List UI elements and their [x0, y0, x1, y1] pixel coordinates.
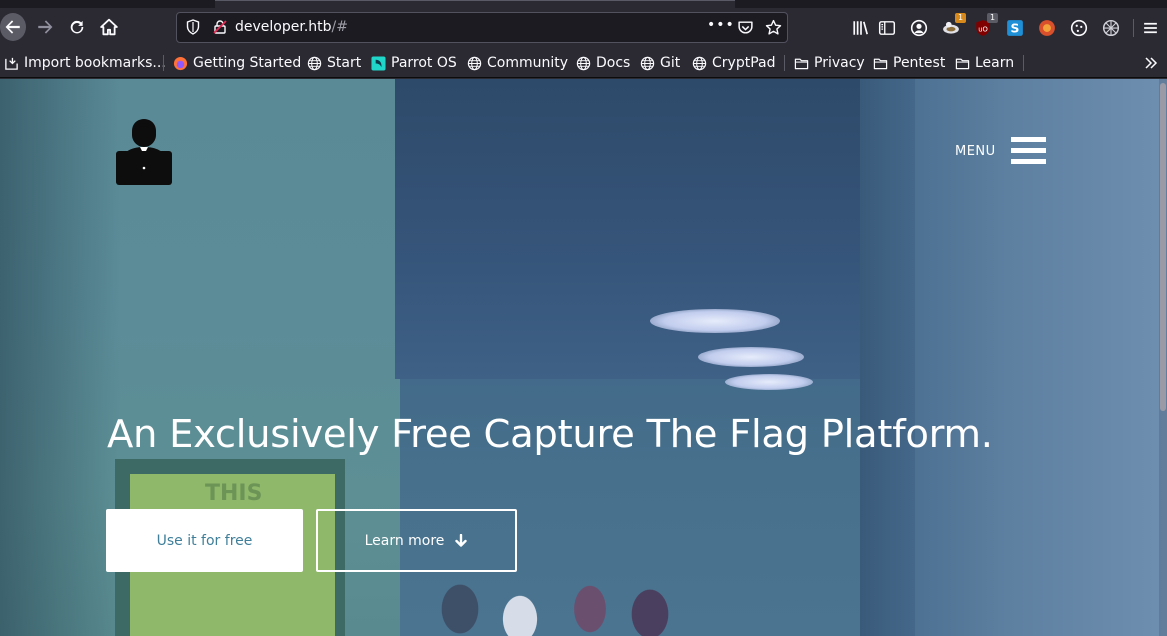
bookmark-label: Parrot OS: [391, 55, 457, 71]
url-text[interactable]: developer.htb/#: [235, 19, 348, 35]
extension-gear-icon[interactable]: [1102, 19, 1120, 37]
bookmark-star-icon[interactable]: [765, 19, 782, 36]
forward-button[interactable]: [31, 13, 59, 41]
bookmark-label: Learn: [975, 55, 1015, 71]
bookmarks-toolbar: Import bookmarks... Getting Started Star…: [0, 48, 1167, 78]
hero-background-ceiling: [395, 79, 915, 379]
pocket-icon[interactable]: [737, 19, 754, 36]
globe-icon: [692, 56, 707, 70]
use-it-for-free-button[interactable]: Use it for free: [106, 509, 303, 572]
globe-icon: [576, 56, 591, 70]
bookmark-label: Docs: [596, 55, 631, 71]
bookmark-separator: [784, 55, 785, 71]
bookmark-label: Community: [487, 55, 569, 71]
bookmark-cryptpad[interactable]: CryptPad: [692, 53, 775, 73]
bookmark-start[interactable]: Start: [307, 53, 361, 73]
extension-badge: 1: [987, 13, 998, 23]
insecure-lock-icon[interactable]: [212, 19, 228, 35]
hero-section: THIS MENU An Exclusively Free Capture Th…: [0, 79, 1167, 636]
library-icon[interactable]: [852, 19, 870, 37]
bookmark-label: Import bookmarks...: [24, 55, 166, 71]
background-poster-text: THIS: [205, 481, 263, 506]
bookmark-community[interactable]: Community: [467, 53, 568, 73]
svg-text:uO: uO: [978, 25, 988, 33]
extension-foxyproxy-icon[interactable]: 1: [942, 13, 966, 37]
reload-button[interactable]: [63, 13, 91, 41]
account-icon[interactable]: [910, 19, 928, 37]
page-actions-menu-button[interactable]: •••: [707, 17, 735, 33]
app-menu-button[interactable]: [1133, 19, 1159, 37]
learn-more-button[interactable]: Learn more: [316, 509, 517, 572]
arrow-down-icon: [455, 533, 468, 547]
bookmark-separator: [163, 55, 164, 71]
svg-text:S: S: [1011, 22, 1020, 36]
use-it-for-free-label: Use it for free: [156, 532, 253, 549]
bookmark-label: Privacy: [814, 55, 865, 71]
bookmark-label: Pentest: [893, 55, 946, 71]
hero-background-column: [860, 79, 915, 636]
globe-icon: [307, 56, 322, 70]
extension-badge: 1: [955, 13, 966, 23]
home-icon: [100, 18, 118, 36]
bookmark-label: CryptPad: [712, 55, 776, 71]
parrot-icon: [371, 55, 386, 71]
bookmark-separator: [1023, 55, 1024, 71]
tab-strip: [0, 0, 1167, 8]
globe-icon: [467, 56, 482, 70]
url-bar[interactable]: developer.htb/# •••: [176, 12, 788, 43]
home-button[interactable]: [95, 13, 123, 41]
background-lamp: [698, 347, 804, 367]
menu-label[interactable]: MENU: [955, 144, 996, 159]
bookmark-docs[interactable]: Docs: [576, 53, 630, 73]
sidebar-icon[interactable]: [878, 19, 896, 37]
folder-icon: [873, 58, 888, 69]
url-path: /#: [331, 19, 348, 35]
url-host: developer.htb: [235, 19, 332, 35]
learn-more-label: Learn more: [364, 532, 445, 549]
background-lamp: [650, 309, 780, 333]
bookmark-getting-started[interactable]: Getting Started: [173, 53, 301, 73]
site-logo[interactable]: [114, 117, 174, 187]
import-icon: [5, 57, 18, 70]
extension-cookie-icon[interactable]: [1070, 19, 1088, 37]
bookmark-import[interactable]: Import bookmarks...: [4, 53, 166, 73]
bookmark-folder-learn[interactable]: Learn: [955, 53, 1014, 73]
bookmark-folder-privacy[interactable]: Privacy: [794, 53, 865, 73]
reload-icon: [70, 20, 84, 34]
folder-icon: [955, 58, 970, 69]
back-button[interactable]: [0, 13, 26, 41]
hero-title: An Exclusively Free Capture The Flag Pla…: [107, 412, 993, 457]
bookmark-label: Start: [327, 55, 362, 71]
extension-s-icon[interactable]: S: [1006, 19, 1024, 37]
background-lamp: [725, 374, 813, 390]
chevron-double-right-icon[interactable]: [1143, 55, 1159, 71]
bookmark-label: Git: [660, 55, 681, 71]
active-tab[interactable]: [215, 0, 735, 8]
bookmark-git[interactable]: Git: [640, 53, 680, 73]
hacker-laptop-icon: [116, 119, 172, 185]
globe-icon: [640, 56, 655, 70]
background-people: [430, 569, 710, 636]
extension-ublock-icon[interactable]: uO 1: [974, 13, 998, 37]
arrow-left-icon: [5, 20, 20, 34]
scrollbar-thumb[interactable]: [1160, 83, 1166, 411]
firefox-icon: [173, 56, 188, 70]
folder-icon: [794, 58, 809, 69]
menu-icon: [1144, 22, 1157, 34]
arrow-right-icon: [38, 20, 53, 34]
tracking-shield-icon[interactable]: [185, 19, 201, 35]
bookmark-parrot-os[interactable]: Parrot OS: [371, 53, 457, 73]
hamburger-menu-icon[interactable]: [1011, 137, 1046, 164]
extension-wappalyzer-icon[interactable]: [1038, 19, 1056, 37]
bookmark-label: Getting Started: [193, 55, 302, 71]
bookmark-folder-pentest[interactable]: Pentest: [873, 53, 945, 73]
hero-background-shade: [0, 79, 120, 636]
navigation-toolbar: developer.htb/# ••• 1 uO 1 S: [0, 8, 1167, 48]
